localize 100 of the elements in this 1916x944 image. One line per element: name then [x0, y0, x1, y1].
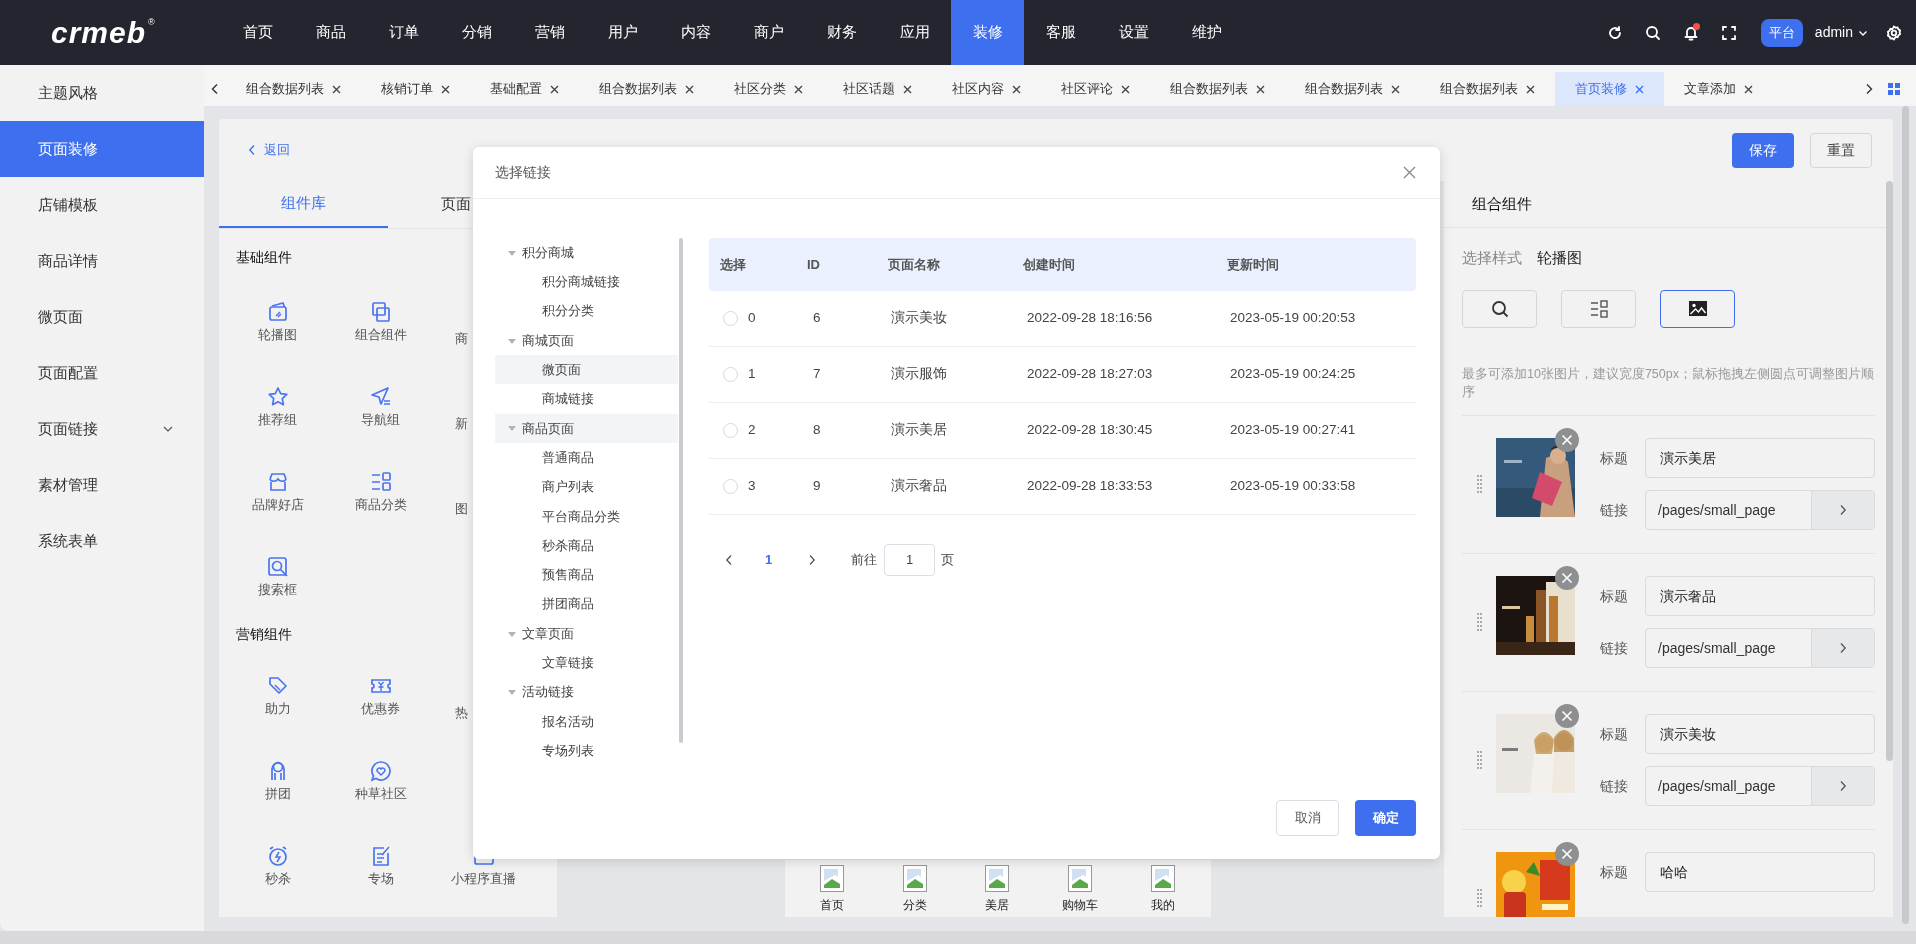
radio-button[interactable]: [723, 311, 738, 326]
fullscreen-icon[interactable]: [1720, 24, 1737, 41]
title-field[interactable]: 哈哈: [1645, 852, 1875, 892]
close-icon[interactable]: [1256, 84, 1265, 94]
preview-tab-label[interactable]: 首页: [819, 898, 844, 912]
component-label[interactable]: 搜索框: [258, 581, 297, 599]
scrollbar-thumb[interactable]: [1886, 181, 1893, 761]
component-icon[interactable]: [265, 385, 290, 409]
sidebar-item[interactable]: 页面链接: [0, 401, 204, 457]
user-menu[interactable]: admin: [1814, 22, 1868, 43]
link-field[interactable]: /pages/small_page: [1645, 490, 1875, 530]
style-option-button[interactable]: [1660, 290, 1735, 328]
component-label[interactable]: 专场: [367, 870, 394, 888]
drag-handle-icon[interactable]: [1476, 613, 1482, 631]
close-icon[interactable]: [685, 84, 694, 94]
grid-menu-icon[interactable]: [1888, 83, 1900, 95]
link-field[interactable]: /pages/small_page: [1645, 628, 1875, 668]
title-field[interactable]: 演示美妆: [1645, 714, 1875, 754]
tree-item[interactable]: 专场列表: [495, 736, 678, 766]
sidebar-item[interactable]: 微页面: [0, 289, 204, 345]
remove-icon[interactable]: [1555, 842, 1579, 866]
component-icon[interactable]: [368, 759, 393, 783]
drag-handle-icon[interactable]: [1476, 889, 1482, 907]
tree-item[interactable]: 商城页面: [495, 325, 678, 356]
refresh-icon[interactable]: [1606, 24, 1623, 41]
remove-icon[interactable]: [1555, 428, 1579, 452]
page-tab[interactable]: 基础配置: [470, 72, 579, 106]
close-icon[interactable]: [1526, 84, 1535, 94]
close-icon[interactable]: [1012, 84, 1021, 94]
component-label[interactable]: 秒杀: [264, 870, 291, 888]
tree-item[interactable]: 文章页面: [495, 618, 678, 649]
previous-page-icon[interactable]: [725, 554, 733, 566]
tree-item[interactable]: 活动链接: [495, 677, 678, 707]
component-label[interactable]: 商品分类: [354, 496, 407, 514]
tree-item[interactable]: 商品页面: [495, 413, 678, 444]
tree-item[interactable]: 文章链接: [495, 648, 678, 678]
radio-button[interactable]: [723, 479, 738, 494]
nav-item[interactable]: 装修: [951, 0, 1024, 65]
page-tab[interactable]: 组合数据列表: [1420, 72, 1555, 106]
component-label[interactable]: 组合组件: [354, 326, 407, 344]
tree-item[interactable]: 报名活动: [495, 706, 678, 737]
confirm-button[interactable]: 确定: [1355, 800, 1416, 836]
tree-item[interactable]: 商城链接: [495, 384, 678, 414]
sidebar-item[interactable]: 商品详情: [0, 233, 204, 289]
remove-icon[interactable]: [1555, 566, 1579, 590]
tree-item[interactable]: 秒杀商品: [495, 530, 678, 561]
drag-handle-icon[interactable]: [1476, 751, 1482, 769]
scrollbar-thumb[interactable]: [1902, 106, 1909, 924]
search-icon[interactable]: [1644, 24, 1661, 41]
scroll-right-icon[interactable]: [1864, 83, 1874, 95]
close-icon[interactable]: [1121, 84, 1130, 94]
scrollbar-thumb[interactable]: [679, 238, 683, 743]
scroll-left-icon[interactable]: [210, 83, 220, 95]
page-tab[interactable]: 首页装修: [1555, 72, 1664, 106]
close-icon[interactable]: [1744, 84, 1753, 94]
sidebar-item[interactable]: 素材管理: [0, 457, 204, 513]
component-label[interactable]: 导航组: [361, 411, 400, 429]
next-page-icon[interactable]: [808, 554, 817, 566]
component-label[interactable]: 热: [455, 705, 468, 720]
component-label[interactable]: 轮播图: [258, 326, 297, 344]
library-tab[interactable]: 组件库: [219, 181, 388, 228]
tree-item[interactable]: 微页面: [495, 355, 678, 385]
nav-item[interactable]: 分销: [440, 0, 513, 65]
component-label[interactable]: 优惠券: [361, 700, 400, 718]
close-icon[interactable]: [903, 84, 912, 94]
tree-item[interactable]: 预售商品: [495, 560, 678, 590]
nav-item[interactable]: 应用: [878, 0, 951, 65]
tree-item[interactable]: 积分分类: [495, 296, 678, 326]
reset-button[interactable]: 重置: [1810, 132, 1872, 168]
component-label[interactable]: 种草社区: [354, 785, 407, 803]
component-icon[interactable]: [265, 555, 290, 579]
nav-item[interactable]: 首页: [221, 0, 294, 65]
sidebar-item[interactable]: 页面装修: [0, 121, 204, 177]
component-label[interactable]: 拼团: [264, 785, 291, 803]
page-input[interactable]: 1: [884, 544, 936, 576]
close-icon[interactable]: [550, 84, 559, 94]
nav-item[interactable]: 商户: [732, 0, 805, 65]
page-tab[interactable]: 社区内容: [932, 72, 1041, 106]
radio-button[interactable]: [723, 423, 738, 438]
sidebar-item[interactable]: 主题风格: [0, 65, 204, 121]
component-label[interactable]: 图: [455, 501, 468, 516]
page-tab[interactable]: 组合数据列表: [1285, 72, 1420, 106]
preview-tab-label[interactable]: 美居: [985, 898, 1010, 912]
tree-item[interactable]: 拼团商品: [495, 589, 678, 619]
nav-item[interactable]: 商品: [294, 0, 367, 65]
nav-item[interactable]: 维护: [1170, 0, 1243, 65]
page-number[interactable]: 1: [765, 550, 773, 570]
close-icon[interactable]: [441, 84, 450, 94]
component-label[interactable]: 推荐组: [258, 411, 297, 429]
nav-item[interactable]: 财务: [805, 0, 878, 65]
link-field[interactable]: /pages/small_page: [1645, 766, 1875, 806]
nav-item[interactable]: 设置: [1097, 0, 1170, 65]
back-link[interactable]: 返回: [248, 140, 290, 160]
nav-item[interactable]: 营销: [513, 0, 586, 65]
preview-tab-label[interactable]: 购物车: [1062, 898, 1099, 912]
page-tab[interactable]: 组合数据列表: [1150, 72, 1285, 106]
page-tab[interactable]: 核销订单: [361, 72, 470, 106]
nav-item[interactable]: 客服: [1024, 0, 1097, 65]
cancel-button[interactable]: 取消: [1276, 800, 1339, 836]
nav-item[interactable]: 内容: [659, 0, 732, 65]
